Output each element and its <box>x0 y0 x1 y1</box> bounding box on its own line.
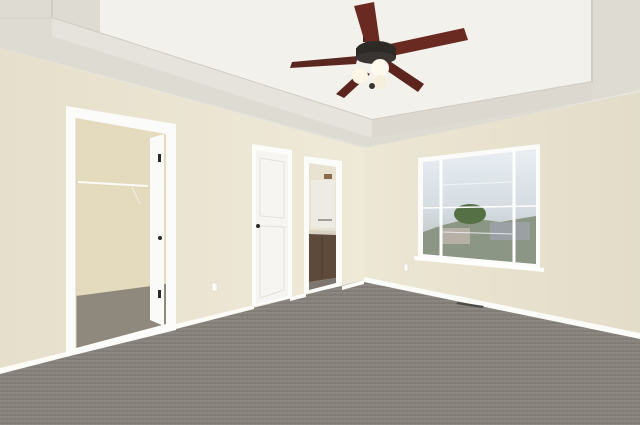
closet-doorway <box>66 106 176 357</box>
room-illustration <box>0 0 640 425</box>
bedroom-door <box>252 144 292 307</box>
window <box>414 144 544 272</box>
bathroom-doorway <box>304 156 342 294</box>
bedroom-photo <box>0 0 640 425</box>
